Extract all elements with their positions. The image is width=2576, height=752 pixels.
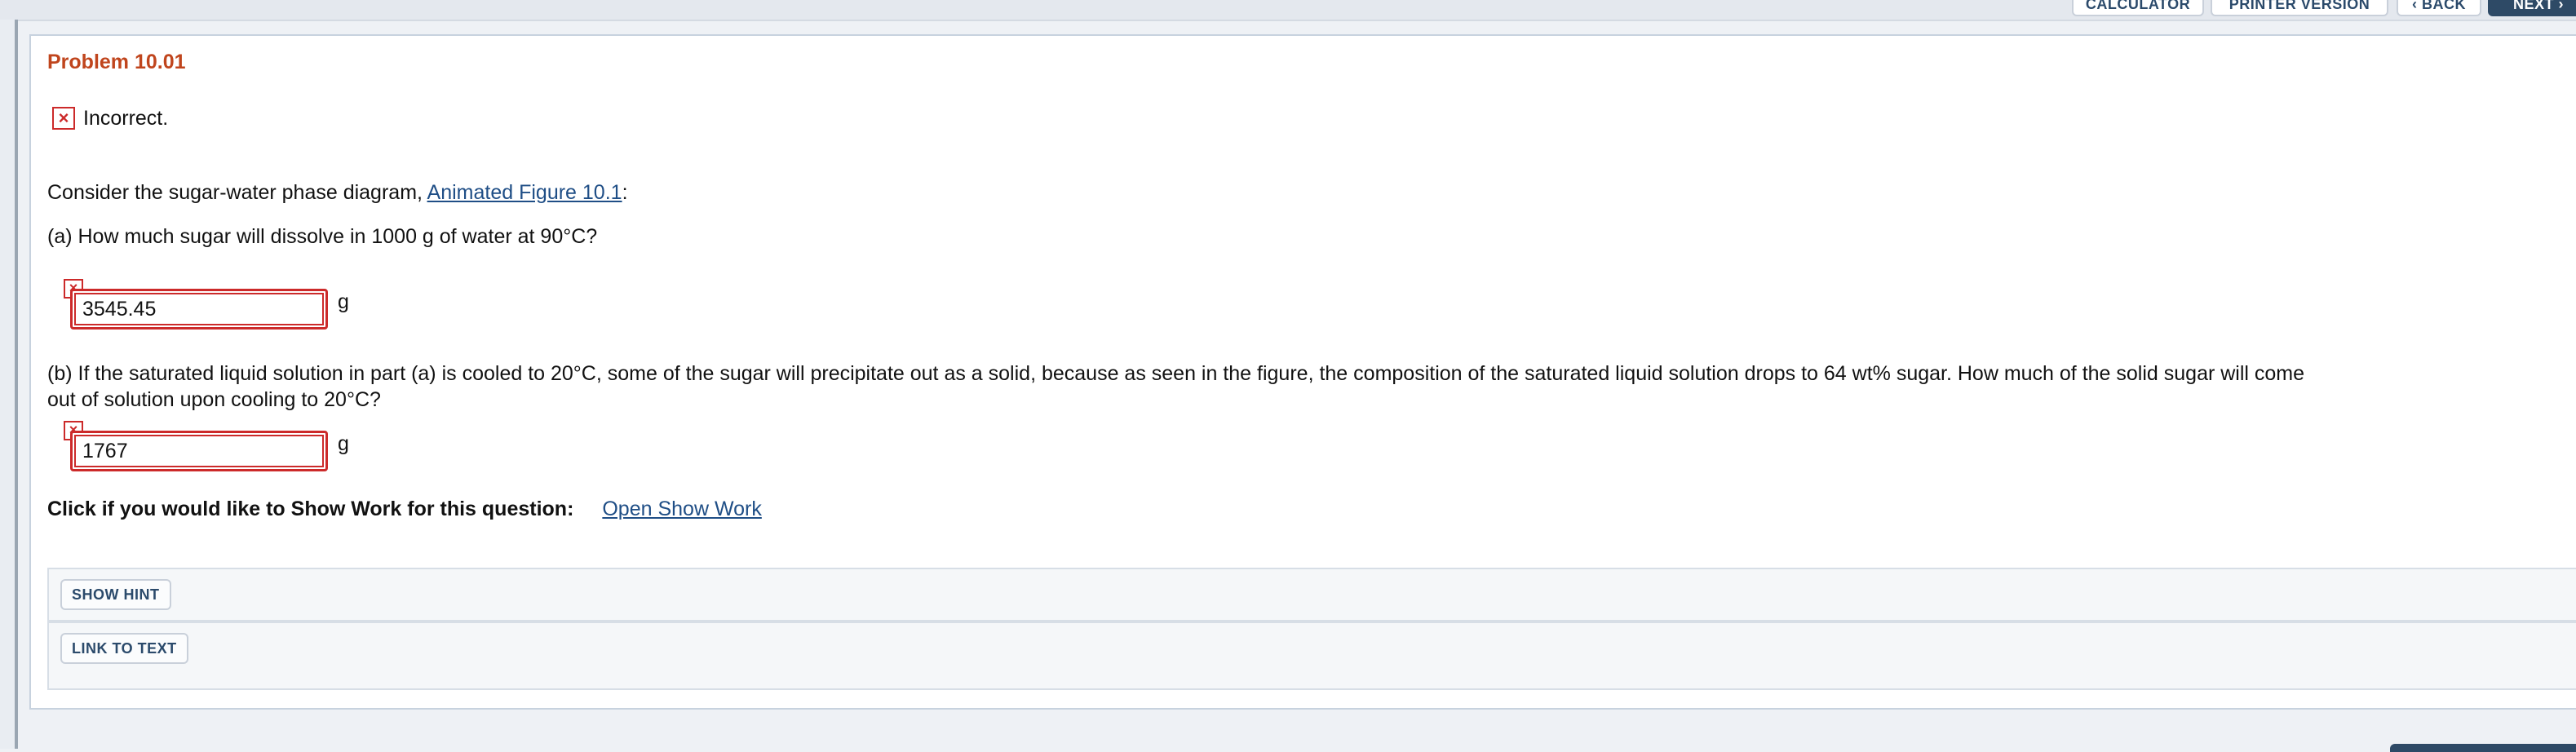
part-b-unit: g bbox=[338, 432, 349, 455]
link-to-text-button[interactable]: LINK TO TEXT bbox=[60, 633, 188, 664]
part-a-question: (a) How much sugar will dissolve in 1000… bbox=[47, 225, 598, 248]
hint-bar: SHOW HINT bbox=[47, 568, 2576, 622]
part-b-question: (b) If the saturated liquid solution in … bbox=[47, 361, 2560, 413]
top-toolbar: CALCULATOR PRINTER VERSION ‹ BACK NEXT › bbox=[0, 0, 2576, 21]
part-a-input[interactable] bbox=[74, 293, 324, 325]
back-button[interactable]: ‹ BACK bbox=[2397, 0, 2481, 16]
problem-title: Problem 10.01 bbox=[47, 51, 186, 73]
part-a-input-frame bbox=[70, 289, 328, 330]
part-b-question-line1: (b) If the saturated liquid solution in … bbox=[47, 362, 2305, 385]
animated-figure-link[interactable]: Animated Figure 10.1 bbox=[427, 181, 622, 204]
intro-end: : bbox=[622, 181, 628, 204]
part-b-input[interactable] bbox=[74, 435, 324, 467]
intro-text: Consider the sugar-water phase diagram, … bbox=[47, 179, 628, 206]
part-b-input-frame bbox=[70, 431, 328, 471]
bottom-button-edge[interactable] bbox=[2390, 744, 2576, 752]
show-hint-button[interactable]: SHOW HINT bbox=[60, 579, 171, 610]
show-work-prompt: Click if you would like to Show Work for… bbox=[47, 498, 574, 520]
calculator-button[interactable]: CALCULATOR bbox=[2072, 0, 2204, 16]
open-show-work-link[interactable]: Open Show Work bbox=[602, 498, 761, 520]
answer-status: × Incorrect. bbox=[52, 104, 168, 132]
next-button[interactable]: NEXT › bbox=[2488, 0, 2576, 16]
printer-version-button[interactable]: PRINTER VERSION bbox=[2211, 0, 2388, 16]
part-b-question-line2: out of solution upon cooling to 20°C? bbox=[47, 388, 381, 411]
intro-label: Consider the sugar-water phase diagram, bbox=[47, 181, 427, 204]
part-a-unit: g bbox=[338, 290, 349, 313]
link-bar: LINK TO TEXT bbox=[47, 622, 2576, 690]
left-rail bbox=[0, 20, 18, 749]
show-work-row: Click if you would like to Show Work for… bbox=[47, 498, 762, 521]
incorrect-icon: × bbox=[52, 107, 75, 130]
status-text: Incorrect. bbox=[83, 106, 169, 130]
